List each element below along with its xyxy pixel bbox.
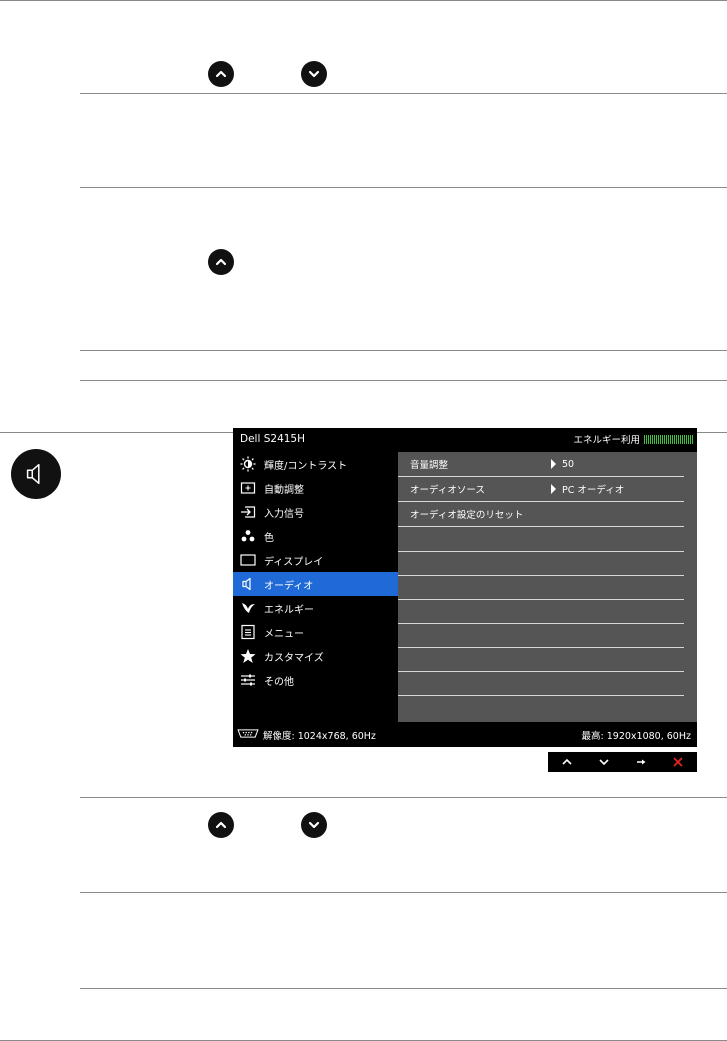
volume-value: 50	[562, 458, 575, 470]
divider	[80, 350, 727, 351]
auto-adjust-icon	[235, 476, 261, 500]
menu-item-auto-adjust[interactable]: 自動調整	[233, 476, 398, 500]
osd-title: Dell S2415H	[240, 433, 305, 445]
menu-item-input-source[interactable]: 入力信号	[233, 500, 398, 524]
chevron-up-icon	[208, 61, 234, 87]
menu-item-label: 自動調整	[264, 484, 304, 496]
menu-item-label: エネルギー	[264, 604, 314, 616]
triangle-right-icon	[551, 484, 556, 494]
osd-main-menu: 輝度/コントラスト 自動調整 入力信号 色 ディスプレイ オーディオ エネルギー…	[233, 452, 398, 722]
row-volume[interactable]: 音量調整 50	[398, 452, 684, 476]
row-divider	[398, 647, 684, 648]
divider	[80, 797, 727, 798]
row-divider	[398, 695, 684, 696]
menu-item-label: カスタマイズ	[264, 652, 324, 664]
chevron-down-icon[interactable]	[585, 752, 622, 772]
menu-item-label: 輝度/コントラスト	[264, 460, 348, 472]
menu-item-label: その他	[264, 676, 294, 688]
menu-item-menu[interactable]: メニュー	[233, 620, 398, 644]
menu-item-energy[interactable]: エネルギー	[233, 596, 398, 620]
input-source-icon	[235, 500, 261, 524]
row-value: 50	[551, 459, 574, 470]
chevron-up-icon	[208, 249, 234, 275]
chevron-up-icon[interactable]	[548, 752, 585, 772]
divider	[80, 988, 727, 989]
chevron-down-icon	[301, 812, 327, 838]
row-divider	[398, 526, 684, 527]
energy-label: エネルギー利用	[573, 435, 640, 446]
osd-header: Dell S2415H エネルギー利用	[233, 428, 697, 450]
divider	[80, 93, 727, 94]
menu-icon	[235, 620, 261, 644]
triangle-right-icon	[551, 459, 556, 469]
menu-item-label: ディスプレイ	[264, 556, 324, 568]
osd-footer: 解像度: 1024x768, 60Hz 最高: 1920x1080, 60Hz	[233, 722, 697, 747]
row-label: オーディオソース	[410, 485, 485, 496]
arrow-right-icon[interactable]	[622, 752, 659, 772]
divider	[80, 892, 727, 893]
row-label: オーディオ設定のリセット	[410, 510, 524, 521]
osd-audio-submenu: 音量調整 50 オーディオソース PC オーディオ オーディオ設定のリセット	[398, 452, 697, 722]
audio-source-value: PC オーディオ	[562, 485, 625, 496]
divider-top	[0, 0, 727, 1]
current-resolution: 解像度: 1024x768, 60Hz	[263, 730, 376, 742]
row-divider	[398, 599, 684, 600]
menu-item-audio[interactable]: オーディオ	[233, 572, 398, 596]
menu-item-label: メニュー	[264, 628, 304, 640]
menu-item-brightness-contrast[interactable]: 輝度/コントラスト	[233, 452, 398, 476]
max-resolution: 最高: 1920x1080, 60Hz	[581, 730, 691, 742]
row-divider	[398, 623, 684, 624]
osd-button-bar	[548, 752, 697, 772]
menu-item-personalize[interactable]: カスタマイズ	[233, 644, 398, 668]
row-divider	[398, 671, 684, 672]
osd-menu: Dell S2415H エネルギー利用 輝度/コントラスト 自動調整 入力信号	[233, 428, 697, 747]
menu-item-others[interactable]: その他	[233, 668, 398, 692]
chevron-up-icon	[208, 812, 234, 838]
display-icon	[235, 548, 261, 572]
row-label: 音量調整	[410, 460, 449, 471]
row-divider	[398, 575, 684, 576]
color-icon	[235, 524, 261, 548]
energy-meter: エネルギー利用	[573, 432, 697, 446]
energy-leaf-icon	[235, 596, 261, 620]
menu-item-color[interactable]: 色	[233, 524, 398, 548]
menu-item-label: オーディオ	[264, 580, 314, 592]
row-audio-source[interactable]: オーディオソース PC オーディオ	[398, 477, 684, 501]
menu-item-label: 入力信号	[264, 508, 304, 520]
row-audio-reset[interactable]: オーディオ設定のリセット	[398, 502, 684, 526]
energy-bar	[644, 434, 693, 444]
divider	[80, 187, 727, 188]
divider	[80, 380, 727, 381]
vga-connector-icon	[237, 728, 259, 741]
menu-item-label: 色	[264, 532, 274, 544]
row-divider	[398, 551, 684, 552]
others-sliders-icon	[235, 668, 261, 692]
star-icon	[235, 644, 261, 668]
chevron-down-icon	[301, 61, 327, 87]
speaker-icon	[235, 572, 261, 596]
close-x-icon[interactable]	[659, 752, 696, 772]
row-value: PC オーディオ	[551, 482, 624, 496]
brightness-icon	[235, 452, 261, 476]
menu-item-display[interactable]: ディスプレイ	[233, 548, 398, 572]
speaker-icon	[11, 449, 61, 499]
